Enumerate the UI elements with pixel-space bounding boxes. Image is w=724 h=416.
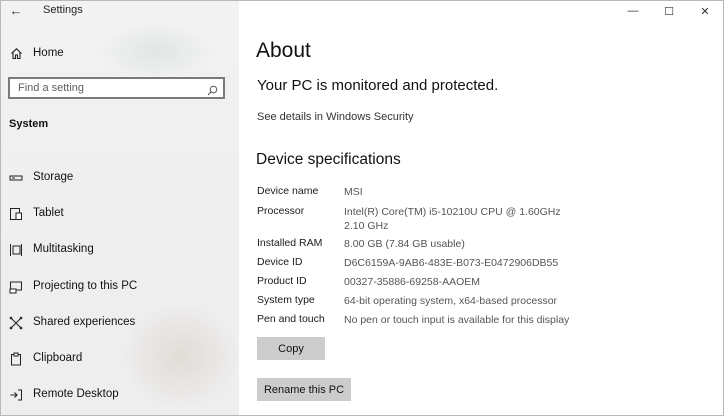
sidebar-item-label: Projecting to this PC [33, 280, 138, 292]
sidebar-item-projecting[interactable]: Projecting to this PC [1, 275, 239, 299]
sidebar-item-label: Multitasking [33, 243, 94, 255]
search-placeholder: Find a setting [18, 82, 85, 94]
minimize-icon[interactable]: — [615, 1, 651, 21]
sidebar-item-tablet[interactable]: Tablet [1, 202, 239, 226]
main-content: — ☐ ✕ About Your PC is monitored and pro… [239, 1, 723, 415]
spec-key: Processor [257, 205, 305, 217]
tablet-icon [9, 207, 23, 221]
spec-key: Pen and touch [257, 313, 325, 325]
multitasking-icon [9, 243, 23, 257]
projecting-icon [9, 280, 23, 294]
sidebar: ← Settings Home Find a setting System St… [1, 1, 239, 415]
windows-security-link[interactable]: See details in Windows Security [257, 111, 414, 123]
spec-value: 64-bit operating system, x64-based proce… [344, 295, 558, 307]
spec-key: Product ID [257, 275, 307, 287]
spec-value: No pen or touch input is available for t… [344, 314, 570, 326]
clipboard-icon [9, 352, 23, 366]
spec-key: System type [257, 294, 315, 306]
spec-value: D6C6159A-9AB6-483E-B073-E0472906DB55 [344, 257, 559, 269]
close-icon[interactable]: ✕ [687, 1, 723, 21]
sidebar-item-shared-experiences[interactable]: Shared experiences [1, 311, 239, 335]
storage-icon [9, 171, 23, 185]
sidebar-item-label: Shared experiences [33, 316, 136, 328]
home-icon [9, 46, 23, 60]
sidebar-item-label: Tablet [33, 207, 64, 219]
spec-value: 8.00 GB (7.84 GB usable) [344, 238, 465, 250]
spec-key: Installed RAM [257, 237, 323, 249]
copy-button[interactable]: Copy [257, 337, 325, 360]
sidebar-item-label: Remote Desktop [33, 388, 119, 400]
device-specifications-heading: Device specifications [256, 151, 401, 168]
search-input[interactable]: Find a setting [8, 77, 225, 99]
sidebar-item-label: Home [33, 47, 64, 59]
sidebar-item-home[interactable]: Home [1, 41, 239, 65]
search-icon[interactable] [207, 83, 218, 96]
window-controls: — ☐ ✕ [615, 1, 723, 21]
sidebar-item-label: Clipboard [33, 352, 83, 364]
sidebar-item-clipboard[interactable]: Clipboard [1, 347, 239, 371]
page-title: About [256, 39, 311, 62]
protection-status: Your PC is monitored and protected. [257, 77, 499, 94]
rename-pc-button[interactable]: Rename this PC [257, 378, 351, 401]
remote-desktop-icon [9, 388, 23, 402]
sidebar-item-label: Storage [33, 171, 74, 183]
back-arrow-icon[interactable]: ← [7, 2, 25, 18]
spec-value: Intel(R) Core(TM) i5-10210U CPU @ 1.60GH… [344, 206, 561, 232]
sidebar-item-remote-desktop[interactable]: Remote Desktop [1, 383, 239, 407]
section-label-system: System [9, 118, 49, 130]
sidebar-item-multitasking[interactable]: Multitasking [1, 238, 239, 262]
maximize-icon[interactable]: ☐ [651, 1, 687, 21]
spec-key: Device name [257, 185, 319, 197]
spec-value: MSI [344, 186, 363, 198]
spec-value: 00327-35886-69258-AAOEM [344, 276, 481, 288]
spec-key: Device ID [257, 256, 303, 268]
shared-experiences-icon [9, 316, 23, 330]
app-title: Settings [43, 4, 83, 16]
sidebar-item-storage[interactable]: Storage [1, 166, 239, 190]
settings-window: ← Settings Home Find a setting System St… [0, 0, 724, 416]
